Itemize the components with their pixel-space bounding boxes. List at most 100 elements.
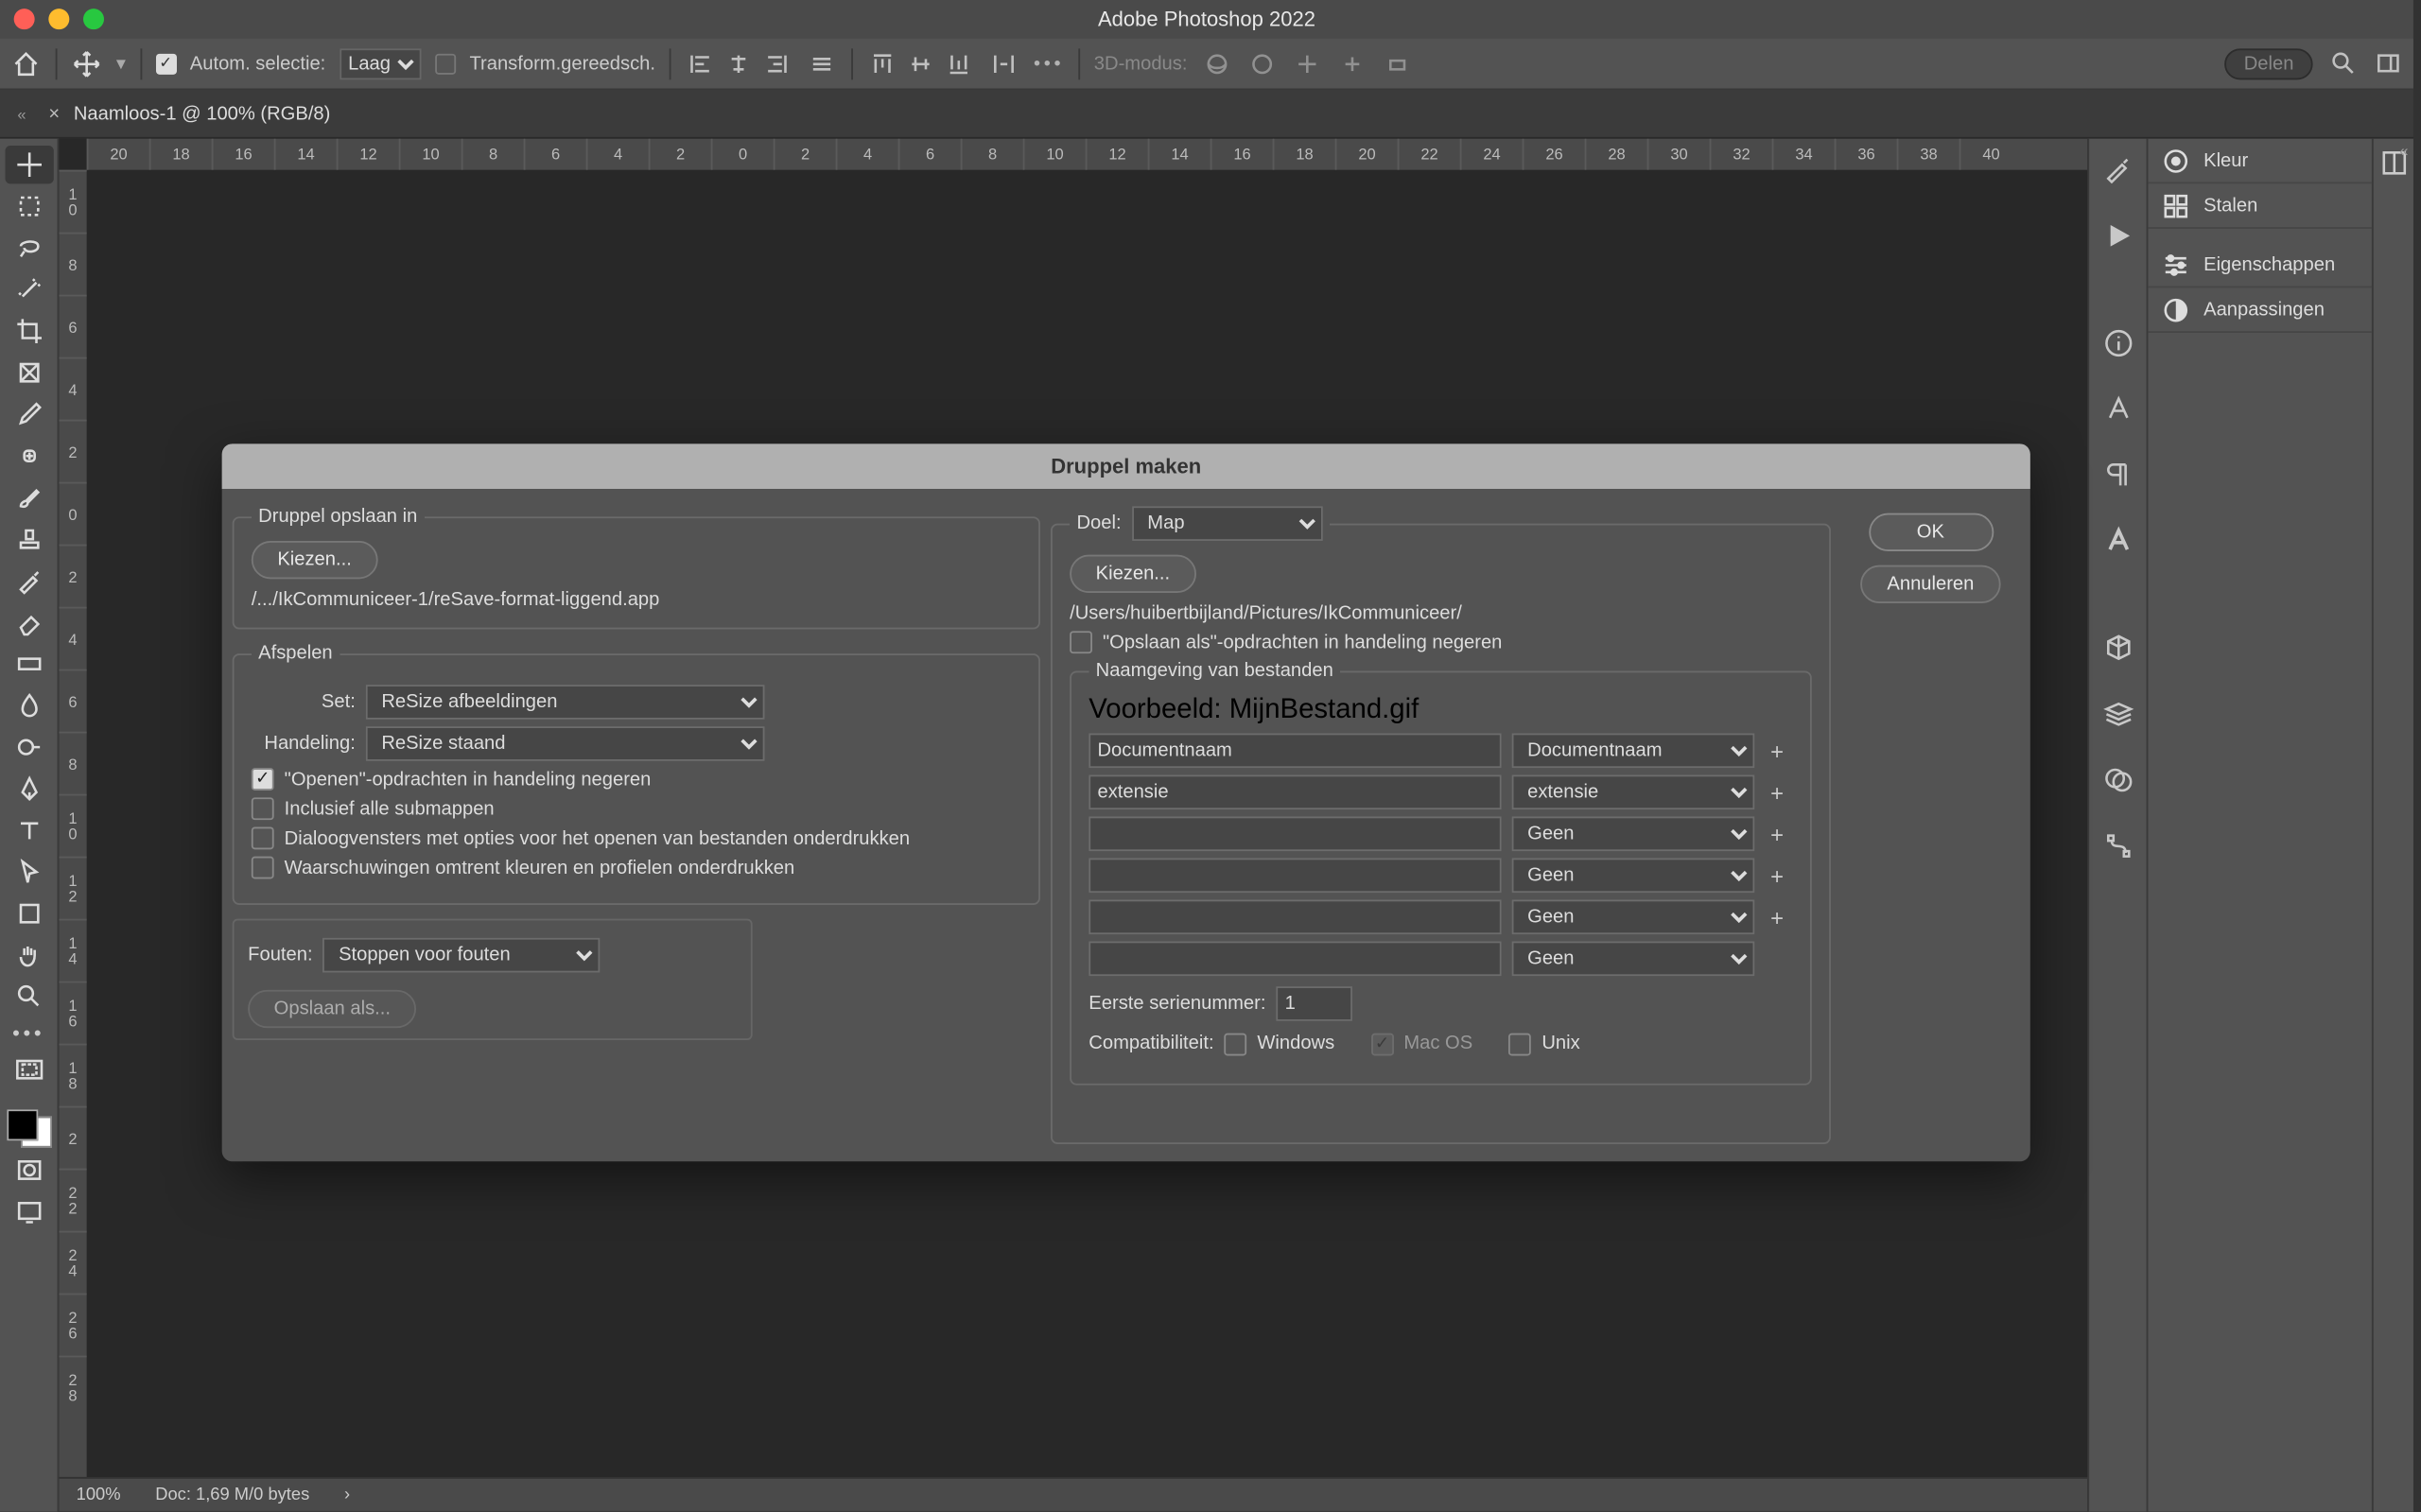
naming-field-3[interactable] [1089, 858, 1501, 893]
more-options-icon[interactable]: ••• [1034, 47, 1065, 78]
mode3d-label: 3D-modus: [1094, 53, 1188, 74]
cancel-button[interactable]: Annuleren [1861, 565, 2000, 603]
naming-select-3[interactable]: Geen [1512, 858, 1755, 893]
naming-select-4[interactable]: Geen [1512, 899, 1755, 934]
panel-3d-icon[interactable] [2097, 628, 2138, 669]
cb-compat-windows[interactable] [1225, 1033, 1247, 1055]
tool-pen[interactable] [5, 770, 53, 808]
cb-suppress-open-dialogs[interactable] [252, 826, 274, 849]
tool-stamp[interactable] [5, 520, 53, 558]
cb-include-subfolders[interactable] [252, 797, 274, 820]
panel-swatches[interactable]: Stalen [2148, 183, 2371, 229]
align-spacing-icon[interactable] [988, 47, 1019, 78]
tool-quickmask[interactable] [5, 1151, 53, 1189]
cb-suppress-color-warnings[interactable] [252, 857, 274, 879]
panel-character-icon[interactable] [2097, 389, 2138, 430]
tool-brush[interactable] [5, 478, 53, 516]
serial-label: Eerste serienummer: [1089, 993, 1265, 1014]
align-right-icon[interactable] [761, 47, 792, 78]
panel-info-icon[interactable] [2097, 322, 2138, 364]
naming-select-1[interactable]: extensie [1512, 774, 1755, 809]
naming-select-5[interactable]: Geen [1512, 941, 1755, 976]
tool-screenmode[interactable] [5, 1192, 53, 1230]
naming-plus-0: + [1765, 738, 1789, 763]
naming-field-4[interactable] [1089, 899, 1501, 934]
panel-adjustments[interactable]: Aanpassingen [2148, 287, 2371, 333]
zoom-level[interactable]: 100% [77, 1486, 121, 1504]
panel-paragraph-icon[interactable] [2097, 454, 2138, 495]
doc-info[interactable]: Doc: 1,69 M/0 bytes [155, 1486, 309, 1504]
tool-marquee[interactable] [5, 187, 53, 225]
panel-glyphs-icon[interactable] [2097, 520, 2138, 562]
action-dropdown[interactable]: ReSize staand [366, 726, 765, 761]
naming-field-2[interactable] [1089, 816, 1501, 851]
color-swatch[interactable] [6, 1103, 51, 1148]
align-bottom-icon[interactable] [943, 47, 974, 78]
tool-crop[interactable] [5, 312, 53, 350]
search-icon[interactable] [2326, 47, 2358, 78]
ok-button[interactable]: OK [1868, 513, 1993, 551]
choose-save-location-button[interactable]: Kiezen... [252, 541, 377, 579]
tool-wand[interactable] [5, 270, 53, 308]
align-top-icon[interactable] [867, 47, 898, 78]
serial-input[interactable] [1276, 986, 1352, 1021]
tool-path-select[interactable] [5, 853, 53, 891]
naming-plus-1: + [1765, 779, 1789, 805]
align-left-icon[interactable] [685, 47, 716, 78]
set-dropdown[interactable]: ReSize afbeeldingen [366, 685, 765, 720]
tool-type[interactable] [5, 811, 53, 849]
panel-brushes-icon[interactable] [2097, 149, 2138, 191]
naming-select-2[interactable]: Geen [1512, 816, 1755, 851]
naming-field-5[interactable] [1089, 941, 1501, 976]
naming-field-0[interactable] [1089, 733, 1501, 768]
3d-pan-icon [1291, 47, 1322, 78]
panel-properties[interactable]: Eigenschappen [2148, 243, 2371, 288]
tool-heal[interactable] [5, 437, 53, 475]
panel-actions-icon[interactable] [2097, 215, 2138, 256]
tool-eyedropper[interactable] [5, 395, 53, 433]
home-button[interactable] [10, 47, 42, 78]
auto-select-checkbox[interactable]: ✓ [155, 53, 176, 74]
distribute-icon[interactable] [806, 47, 837, 78]
cb-compat-unix[interactable] [1508, 1033, 1531, 1055]
tab-close-icon[interactable]: × [48, 103, 60, 124]
align-hcenter-icon[interactable] [723, 47, 754, 78]
tool-frame[interactable] [5, 354, 53, 391]
workspace-icon[interactable] [2372, 47, 2403, 78]
status-chevron-icon[interactable]: › [344, 1486, 350, 1504]
tool-move[interactable] [5, 146, 53, 183]
tool-history-brush[interactable] [5, 562, 53, 600]
naming-select-0[interactable]: Documentnaam [1512, 733, 1755, 768]
auto-select-label: Autom. selectie: [190, 53, 325, 74]
tool-dodge[interactable] [5, 728, 53, 766]
cb-compat-macos: ✓ [1371, 1033, 1394, 1055]
dest-dropdown[interactable]: Map [1132, 506, 1323, 541]
cb-override-saveas[interactable] [1070, 631, 1092, 653]
naming-field-1[interactable] [1089, 774, 1501, 809]
choose-dest-button[interactable]: Kiezen... [1070, 555, 1195, 593]
share-button[interactable]: Delen [2225, 47, 2313, 78]
save-droplet-group: Druppel opslaan in Kiezen... /.../IkComm… [233, 506, 1040, 629]
tool-hand[interactable] [5, 936, 53, 974]
ruler-horizontal: 2018161412108642024681012141618202224262… [87, 139, 2088, 170]
panel-paths-icon[interactable] [2097, 826, 2138, 867]
tool-eraser[interactable] [5, 603, 53, 641]
document-tab[interactable]: Naamloos-1 @ 100% (RGB/8) [74, 103, 331, 124]
panel-channels-icon[interactable] [2097, 759, 2138, 801]
tool-more-icon[interactable]: ••• [12, 1019, 44, 1047]
errors-dropdown[interactable]: Stoppen voor fouten [323, 938, 601, 973]
3d-orbit-icon [1201, 47, 1232, 78]
panel-layers-icon[interactable] [2097, 693, 2138, 735]
tool-blur[interactable] [5, 686, 53, 724]
auto-select-dropdown[interactable]: Laag [340, 47, 421, 78]
tool-zoom[interactable] [5, 978, 53, 1016]
tool-editmode[interactable] [5, 1051, 53, 1088]
play-group: Afspelen Set: ReSize afbeeldingen Handel… [233, 643, 1040, 905]
tool-gradient[interactable] [5, 645, 53, 683]
cb-override-open[interactable]: ✓ [252, 768, 274, 791]
tool-shape[interactable] [5, 895, 53, 932]
transform-checkbox[interactable] [435, 53, 456, 74]
align-vcenter-icon[interactable] [905, 47, 936, 78]
panel-color[interactable]: Kleur [2148, 139, 2371, 184]
tool-lasso[interactable] [5, 229, 53, 267]
